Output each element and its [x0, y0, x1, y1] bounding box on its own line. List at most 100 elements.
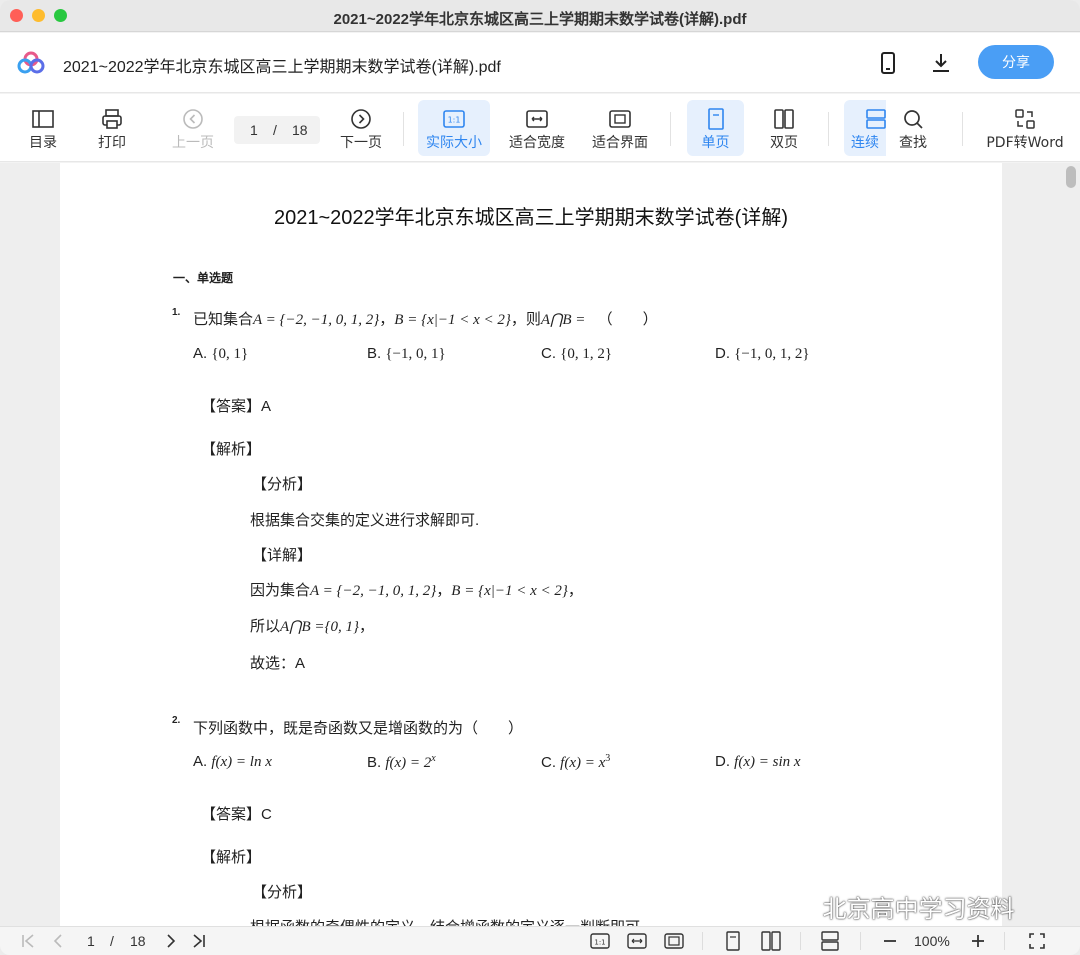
option-b: B. {−1, 0, 1} — [367, 345, 446, 363]
app-header: 2021~2022学年北京东城区高三上学期期末数学试卷(详解).pdf 分享 — [0, 33, 1080, 93]
zoom-in-icon[interactable] — [970, 933, 986, 949]
single-page-icon — [707, 108, 724, 130]
prev-page-button[interactable]: 上一页 — [166, 100, 220, 156]
toolbar-divider — [962, 112, 963, 146]
actual-size-label: 实际大小 — [426, 135, 482, 151]
analysis-subheading: 【分析】 — [252, 476, 313, 493]
step-text: ， — [567, 582, 583, 599]
status-page-separator: / — [110, 933, 114, 949]
actual-size-button[interactable]: 1:1 实际大小 — [418, 100, 490, 156]
stem-math: A = {−2, −1, 0, 1, 2} — [253, 312, 380, 328]
solution-step: 因为集合A = {−2, −1, 0, 1, 2}，B = {x|−1 < x … — [250, 579, 583, 600]
status-page-current[interactable]: 1 — [87, 933, 95, 949]
analysis-subheading: 【分析】 — [252, 884, 313, 901]
step-text: ， — [436, 582, 452, 599]
fit-page-button[interactable]: 适合界面 — [586, 100, 654, 156]
option-math: {−1, 0, 1} — [385, 346, 446, 362]
search-label: 查找 — [899, 135, 927, 151]
option-math: {−1, 0, 1, 2} — [734, 346, 810, 362]
fit-width-button[interactable]: 适合宽度 — [503, 100, 571, 156]
fit-width-icon[interactable] — [627, 932, 647, 950]
fullscreen-icon[interactable] — [1028, 932, 1046, 950]
window-title: 2021~2022学年北京东城区高三上学期期末数学试卷(详解).pdf — [333, 11, 747, 28]
prev-page-icon[interactable] — [50, 933, 66, 949]
option-d: D. {−1, 0, 1, 2} — [715, 345, 810, 363]
toolbar-divider — [403, 112, 404, 146]
svg-text:1:1: 1:1 — [594, 939, 605, 947]
pdf-to-word-label: PDF转Word — [986, 135, 1064, 151]
double-page-icon[interactable] — [761, 931, 781, 951]
step-math: A = {−2, −1, 0, 1, 2} — [310, 583, 437, 599]
stem-text: ， — [379, 311, 395, 328]
pdf-to-word-button[interactable]: PDF转Word — [980, 100, 1070, 156]
toolbar: 目录 打印 上一页 1 / 18 下一页 1:1 实际大小 适合宽度 适合界面 … — [0, 94, 1080, 162]
status-divider — [800, 932, 801, 950]
stem-math: A⋂B = — [540, 312, 586, 328]
search-icon — [904, 110, 923, 129]
solution-step: 所以A⋂B ={0, 1}， — [250, 615, 374, 636]
svg-text:1:1: 1:1 — [448, 116, 461, 125]
double-page-label: 双页 — [770, 135, 798, 151]
double-page-icon — [774, 109, 794, 129]
fit-width-icon — [526, 110, 548, 128]
single-page-button[interactable]: 单页 — [687, 100, 744, 156]
stem-text: ，则 — [510, 311, 541, 328]
option-d: D. f(x) = sin x — [715, 753, 801, 771]
double-page-button[interactable]: 双页 — [757, 100, 811, 156]
pdf-page: 2021~2022学年北京东城区高三上学期期末数学试卷(详解) 一、单选题 1.… — [60, 163, 1002, 926]
option-exponent: x — [431, 753, 436, 764]
step-math: B = {x|−1 < x < 2} — [451, 583, 568, 599]
stem-math: B = {x|−1 < x < 2} — [394, 312, 511, 328]
share-button[interactable]: 分享 — [978, 45, 1054, 79]
continuous-scroll-icon[interactable] — [820, 931, 840, 951]
toc-label: 目录 — [29, 135, 57, 151]
option-math: {0, 1} — [211, 346, 249, 362]
question-stem: 已知集合A = {−2, −1, 0, 1, 2}，B = {x|−1 < x … — [193, 308, 658, 329]
stem-text: 已知集合 — [193, 311, 254, 328]
first-page-icon[interactable] — [20, 933, 36, 949]
option-math: f(x) = sin x — [734, 754, 801, 770]
logo-icon — [17, 51, 45, 74]
zoom-level: 100% — [914, 933, 950, 949]
download-icon[interactable] — [929, 51, 953, 75]
actual-size-icon[interactable]: 1:1 — [590, 932, 610, 950]
page-separator: / — [273, 122, 277, 138]
search-button[interactable]: 查找 — [888, 100, 938, 156]
toc-button[interactable]: 目录 — [18, 100, 68, 156]
zoom-out-icon[interactable] — [882, 933, 898, 949]
continuous-scroll-button[interactable]: 连续 — [844, 100, 886, 156]
analysis-heading: 【解析】 — [201, 441, 262, 458]
fit-page-icon[interactable] — [664, 932, 684, 950]
option-math: f(x) = ln x — [211, 754, 272, 770]
option-label: D. — [715, 753, 730, 770]
status-bar: 1 / 18 1:1 100% — [0, 926, 1080, 955]
page-number-box[interactable]: 1 / 18 — [234, 116, 320, 144]
next-page-icon[interactable] — [163, 933, 179, 949]
step-math: A⋂B ={0, 1} — [280, 619, 360, 635]
document-title: 2021~2022学年北京东城区高三上学期期末数学试卷(详解).pdf — [63, 59, 501, 76]
toolbar-divider — [828, 112, 829, 146]
option-exponent: 3 — [605, 753, 611, 764]
app-window: 2021~2022学年北京东城区高三上学期期末数学试卷(详解).pdf 2021… — [0, 0, 1080, 955]
phone-icon[interactable] — [876, 51, 900, 75]
fit-page-icon — [609, 110, 631, 128]
step-text: 因为集合 — [250, 582, 311, 599]
print-button[interactable]: 打印 — [87, 100, 137, 156]
page-total: 18 — [292, 122, 308, 138]
document-viewport[interactable]: 2021~2022学年北京东城区高三上学期期末数学试卷(详解) 一、单选题 1.… — [0, 163, 1080, 926]
answer-line: 【答案】A — [201, 398, 272, 415]
option-c: C. f(x) = x3 — [541, 753, 610, 772]
answer-line: 【答案】C — [201, 806, 272, 823]
option-label: A. — [193, 753, 208, 770]
question-number: 1. — [172, 307, 181, 318]
watermark: 北京高中学习资料 — [785, 889, 1015, 924]
print-label: 打印 — [98, 135, 126, 151]
last-page-icon[interactable] — [191, 933, 207, 949]
next-page-button[interactable]: 下一页 — [334, 100, 388, 156]
analysis-text: 根据函数的奇偶性的定义，结合增函数的定义逐一判断即可. — [250, 916, 644, 926]
step-text: ， — [359, 618, 375, 635]
chevron-right-circle-icon — [351, 109, 371, 129]
option-label: A. — [193, 345, 208, 362]
single-page-icon[interactable] — [725, 931, 741, 951]
vertical-scrollbar-thumb[interactable] — [1066, 166, 1076, 188]
